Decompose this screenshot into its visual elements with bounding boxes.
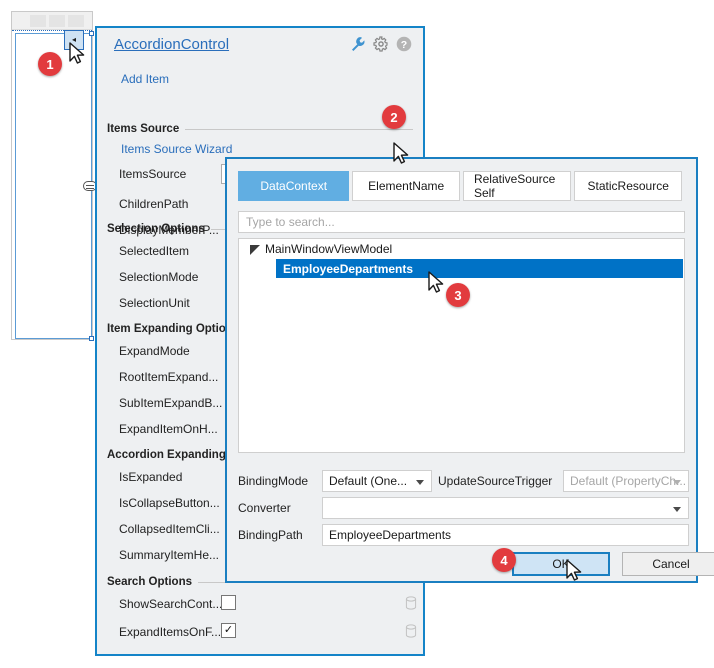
tab-datacontext[interactable]: DataContext <box>238 171 350 201</box>
property-label: ChildrenPath <box>119 197 189 211</box>
update-source-trigger-value: Default (PropertyCh... <box>570 474 687 488</box>
property-label: ShowSearchCont... <box>119 597 223 611</box>
svg-text:?: ? <box>401 39 407 51</box>
gear-icon[interactable] <box>373 36 389 52</box>
tree-node-label: MainWindowViewModel <box>265 242 393 256</box>
binding-path-input[interactable]: EmployeeDepartments <box>322 524 689 546</box>
callout-marker-3: 3 <box>446 283 470 307</box>
tab-label: StaticResource <box>587 179 669 193</box>
designer-toolstrip-cell <box>30 15 46 27</box>
property-label: CollapsedItemCli... <box>119 522 220 536</box>
section-rule <box>185 128 413 130</box>
chevron-down-icon <box>416 480 424 485</box>
binding-mode-row: BindingMode Default (One... UpdateSource… <box>238 470 689 492</box>
property-label: ExpandItemsOnF... <box>119 625 222 639</box>
tab-label: ElementName <box>368 179 445 193</box>
property-label: SelectionMode <box>119 270 199 284</box>
page-title[interactable]: AccordionControl <box>114 36 229 53</box>
binding-path-row: BindingPath EmployeeDepartments <box>238 524 689 546</box>
callout-marker-4: 4 <box>492 548 516 572</box>
converter-label: Converter <box>238 501 291 515</box>
properties-panel-header: AccordionControl ? <box>97 28 423 62</box>
binding-mode-label: BindingMode <box>238 474 309 488</box>
tree-node-label: EmployeeDepartments <box>283 261 414 276</box>
update-source-trigger-select[interactable]: Default (PropertyCh... <box>563 470 689 492</box>
property-label: RootItemExpand... <box>119 370 219 384</box>
property-label: SelectedItem <box>119 244 190 258</box>
binding-mode-value: Default (One... <box>329 474 408 488</box>
tree-node-employeedepartments[interactable]: EmployeeDepartments <box>276 259 683 278</box>
binding-path-label: BindingPath <box>238 528 303 542</box>
ok-button[interactable]: OK <box>512 552 610 576</box>
expanditemsonfiltering-checkbox[interactable]: ✓ <box>221 623 236 638</box>
section-header-label: Items Source <box>107 123 180 135</box>
property-label: SelectionUnit <box>119 296 190 310</box>
designer-toolstrip-cell <box>49 15 65 27</box>
properties-panel-header-icons: ? <box>350 36 412 52</box>
selection-handle-bottom-right[interactable] <box>89 336 94 341</box>
tree-node-root[interactable]: MainWindowViewModel <box>239 239 684 259</box>
help-icon[interactable]: ? <box>396 36 412 52</box>
showsearchcontrol-checkbox[interactable] <box>221 595 236 610</box>
binding-mode-select[interactable]: Default (One... <box>322 470 432 492</box>
update-source-trigger-label: UpdateSourceTrigger <box>438 474 553 488</box>
tab-label: DataContext <box>260 179 328 193</box>
smart-tag-collapse-button[interactable]: ◂ <box>64 30 84 50</box>
add-item-link[interactable]: Add Item <box>121 72 169 86</box>
items-source-wizard-link[interactable]: Items Source Wizard <box>121 142 232 156</box>
property-row-showsearchcontrol: ShowSearchCont... <box>97 592 423 618</box>
callout-marker-2: 2 <box>382 105 406 129</box>
property-label: SummaryItemHe... <box>119 548 220 562</box>
property-row-expanditemsonfiltering: ExpandItemsOnF... ✓ <box>97 620 423 646</box>
chevron-down-icon[interactable] <box>249 244 260 255</box>
tab-relativesource-self[interactable]: RelativeSource Self <box>462 171 572 201</box>
binding-picker-icon[interactable] <box>405 624 417 638</box>
designer-selection-box[interactable] <box>15 31 94 341</box>
search-placeholder: Type to search... <box>246 215 335 229</box>
chevron-down-icon <box>673 480 681 485</box>
tab-staticresource[interactable]: StaticResource <box>574 171 682 201</box>
designer-toolstrip <box>12 12 92 30</box>
search-input[interactable]: Type to search... <box>238 211 685 233</box>
cancel-button-label: Cancel <box>652 557 690 571</box>
property-label: IsExpanded <box>119 470 183 484</box>
tab-label: RelativeSource Self <box>473 172 556 200</box>
tab-elementname[interactable]: ElementName <box>352 171 460 201</box>
property-label: ItemsSource <box>119 167 187 181</box>
binding-path-value: EmployeeDepartments <box>329 528 452 542</box>
section-header-items-source: Items Source <box>107 122 413 136</box>
section-header-label: Item Expanding Options <box>107 323 240 335</box>
property-label: IsCollapseButton... <box>119 496 220 510</box>
binding-picker-icon[interactable] <box>405 596 417 610</box>
cancel-button[interactable]: Cancel <box>622 552 714 576</box>
section-header-label: Search Options <box>107 576 192 588</box>
property-label: ExpandMode <box>119 344 190 358</box>
converter-row: Converter <box>238 497 689 519</box>
binding-editor-dialog: DataContext ElementName RelativeSource S… <box>225 157 714 583</box>
ok-button-label: OK <box>552 557 570 571</box>
chevron-down-icon <box>673 507 681 512</box>
property-label: SubItemExpandB... <box>119 396 223 410</box>
property-label: ExpandItemOnH... <box>119 422 218 436</box>
wrench-icon[interactable] <box>350 36 366 52</box>
dialog-tab-strip: DataContext ElementName RelativeSource S… <box>238 171 685 201</box>
designer-toolstrip-cell <box>68 15 84 27</box>
converter-select[interactable] <box>322 497 689 519</box>
selection-handle-top-right[interactable] <box>89 31 94 36</box>
section-header-label: Selection Options <box>107 223 205 235</box>
datacontext-tree[interactable]: MainWindowViewModel EmployeeDepartments <box>238 238 685 453</box>
callout-marker-1: 1 <box>38 52 62 76</box>
